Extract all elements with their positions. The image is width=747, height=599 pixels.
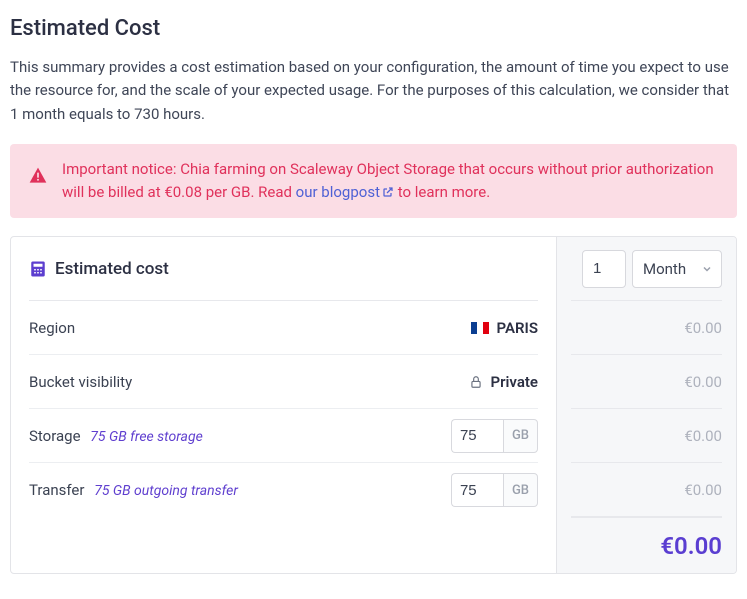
region-value: PARIS [471,319,538,337]
storage-hint: 75 GB free storage [90,429,202,445]
region-label: Region [29,319,471,337]
row-visibility: Bucket visibility Private [29,355,538,409]
price-visibility: €0.00 [571,355,722,409]
transfer-label: Transfer 75 GB outgoing transfer [29,481,451,499]
transfer-input-group: GB [451,473,538,507]
external-link-icon [382,186,394,198]
visibility-label: Bucket visibility [29,373,469,391]
transfer-unit: GB [503,473,538,507]
intro-text: This summary provides a cost estimation … [10,56,737,126]
period-select[interactable]: Month [632,250,722,288]
price-region: €0.00 [571,301,722,355]
row-storage: Storage 75 GB free storage GB [29,409,538,463]
warning-icon [28,166,48,186]
period-selector-row: Month [571,237,722,301]
transfer-input[interactable] [451,473,503,507]
panel-header-row: Estimated cost [29,237,538,301]
page-title: Estimated Cost [10,16,737,41]
storage-label: Storage 75 GB free storage [29,427,451,445]
row-transfer: Transfer 75 GB outgoing transfer GB [29,463,538,517]
france-flag-icon [471,322,489,334]
transfer-hint: 75 GB outgoing transfer [94,483,238,499]
storage-input[interactable] [451,419,503,453]
cost-panel-left: Estimated cost Region PARIS Bucket visib… [11,237,556,573]
storage-input-group: GB [451,419,538,453]
visibility-value: Private [469,373,539,391]
chevron-down-icon [701,263,713,275]
storage-unit: GB [503,419,538,453]
row-region: Region PARIS [29,301,538,355]
calculator-icon [29,260,47,278]
panel-header-title: Estimated cost [55,259,169,279]
lock-icon [469,375,483,389]
warning-notice: Important notice: Chia farming on Scalew… [10,144,737,219]
notice-link[interactable]: our blogpost [296,183,394,201]
quantity-input[interactable] [582,250,626,288]
price-storage: €0.00 [571,409,722,463]
total-price: €0.00 [571,517,722,573]
cost-panel-right: Month €0.00 €0.00 €0.00 €0.00 €0.00 [556,237,736,573]
notice-text-after: to learn more. [398,183,490,201]
price-transfer: €0.00 [571,463,722,517]
cost-panel: Estimated cost Region PARIS Bucket visib… [10,236,737,574]
